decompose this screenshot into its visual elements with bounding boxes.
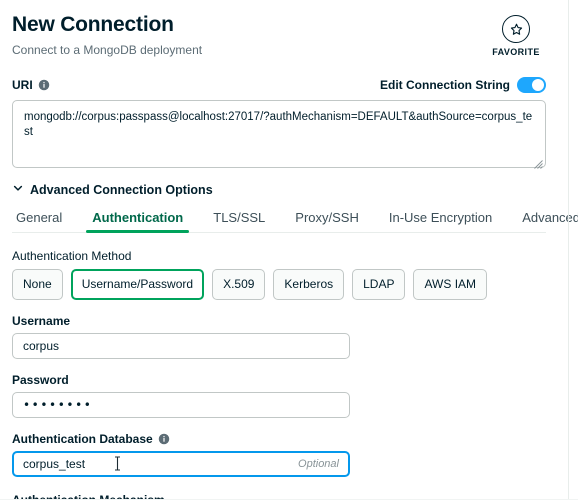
new-connection-window: New Connection Connect to a MongoDB depl… [0, 0, 578, 500]
edit-connection-string-toggle[interactable]: Edit Connection String [380, 77, 546, 93]
info-icon[interactable] [38, 79, 50, 91]
header: New Connection Connect to a MongoDB depl… [12, 12, 546, 59]
authentication-method-group: None Username/Password X.509 Kerberos LD… [12, 269, 546, 300]
auth-method-ldap[interactable]: LDAP [352, 269, 405, 300]
password-input-value: •••••••• [23, 398, 339, 412]
optional-hint: Optional [298, 458, 339, 470]
advanced-connection-options-label: Advanced Connection Options [30, 183, 213, 197]
page-title: New Connection [12, 12, 202, 38]
authentication-database-input[interactable]: corpus_test Optional [12, 451, 350, 477]
header-titles: New Connection Connect to a MongoDB depl… [12, 12, 202, 59]
info-icon[interactable] [158, 433, 170, 445]
uri-row: URI Edit Connection String [12, 77, 546, 93]
panel-divider [568, 0, 569, 500]
uri-label: URI [12, 78, 33, 92]
tab-general[interactable]: General [14, 210, 64, 232]
authentication-method-label: Authentication Method [12, 249, 546, 263]
auth-method-none[interactable]: None [12, 269, 63, 300]
password-label: Password [12, 373, 546, 387]
toggle-knob [532, 79, 544, 91]
text-cursor-icon [114, 456, 121, 471]
username-input[interactable]: corpus [12, 333, 350, 359]
toggle-track[interactable] [517, 77, 546, 93]
favorite-label: FAVORITE [486, 47, 546, 57]
advanced-connection-options-toggle[interactable]: Advanced Connection Options [12, 181, 546, 199]
tab-proxy-ssh[interactable]: Proxy/SSH [293, 210, 361, 232]
username-label: Username [12, 314, 546, 328]
tab-advanced[interactable]: Advanced [520, 210, 578, 232]
tab-in-use-encryption[interactable]: In-Use Encryption [387, 210, 494, 232]
chevron-down-icon [12, 181, 24, 199]
password-input[interactable]: •••••••• [12, 392, 350, 418]
resize-grip-icon[interactable] [534, 156, 543, 165]
tab-tls-ssl[interactable]: TLS/SSL [211, 210, 267, 232]
page-subtitle: Connect to a MongoDB deployment [12, 42, 202, 59]
uri-label-group: URI [12, 78, 50, 92]
auth-method-kerberos[interactable]: Kerberos [273, 269, 344, 300]
authentication-database-label-group: Authentication Database [12, 432, 546, 446]
tab-authentication[interactable]: Authentication [90, 210, 185, 232]
favorite-circle [502, 15, 530, 43]
auth-method-x509[interactable]: X.509 [212, 269, 265, 300]
uri-input-value: mongodb://corpus:passpass@localhost:2701… [24, 110, 534, 140]
connection-form: New Connection Connect to a MongoDB depl… [0, 0, 568, 500]
uri-input[interactable]: mongodb://corpus:passpass@localhost:2701… [12, 100, 546, 168]
username-input-value: corpus [23, 339, 339, 353]
auth-method-username-password[interactable]: Username/Password [71, 269, 204, 300]
authentication-database-input-value: corpus_test [23, 457, 298, 471]
favorite-button[interactable]: FAVORITE [486, 12, 546, 57]
authentication-database-label: Authentication Database [12, 432, 153, 446]
star-in-circle-icon [509, 22, 524, 37]
auth-method-aws-iam[interactable]: AWS IAM [413, 269, 487, 300]
edit-connection-string-label: Edit Connection String [380, 78, 510, 92]
connection-tabs: General Authentication TLS/SSL Proxy/SSH… [12, 210, 546, 233]
